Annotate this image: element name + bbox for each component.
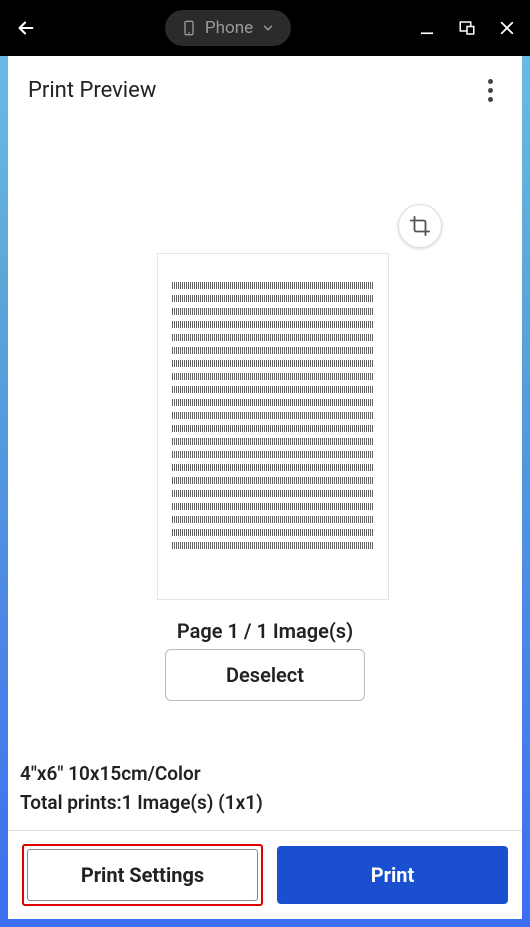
device-selector[interactable]: Phone [165, 10, 291, 46]
print-button[interactable]: Print [277, 846, 508, 904]
preview-area: Page 1 / 1 Image(s) Deselect [8, 124, 522, 754]
deselect-button[interactable]: Deselect [165, 649, 365, 701]
page-title: Print Preview [28, 78, 156, 103]
summary-panel: 4"x6" 10x15cm/Color Total prints:1 Image… [8, 754, 522, 831]
action-bar: Print Settings Print [8, 831, 522, 919]
print-settings-button[interactable]: Print Settings [27, 849, 258, 901]
close-button[interactable] [496, 17, 518, 39]
app-surface: Print Preview Page 1 / 1 Image(s) Desele… [8, 56, 522, 919]
responsive-toggle-button[interactable] [456, 17, 478, 39]
emulator-bar: Phone [0, 0, 530, 56]
print-settings-highlight: Print Settings [22, 844, 263, 906]
phone-icon [181, 18, 197, 38]
crop-icon [409, 215, 431, 237]
page-info: Page 1 / 1 Image(s) [8, 619, 522, 643]
totals-summary: Total prints:1 Image(s) (1x1) [20, 791, 510, 814]
app-header: Print Preview [8, 56, 522, 124]
back-button[interactable] [12, 14, 40, 42]
more-menu-button[interactable] [478, 78, 502, 102]
media-summary: 4"x6" 10x15cm/Color [20, 762, 510, 785]
device-label: Phone [205, 18, 253, 38]
chevron-down-icon [261, 21, 275, 35]
crop-button[interactable] [398, 204, 442, 248]
page-thumbnail[interactable] [158, 254, 388, 599]
minimize-button[interactable] [416, 17, 438, 39]
